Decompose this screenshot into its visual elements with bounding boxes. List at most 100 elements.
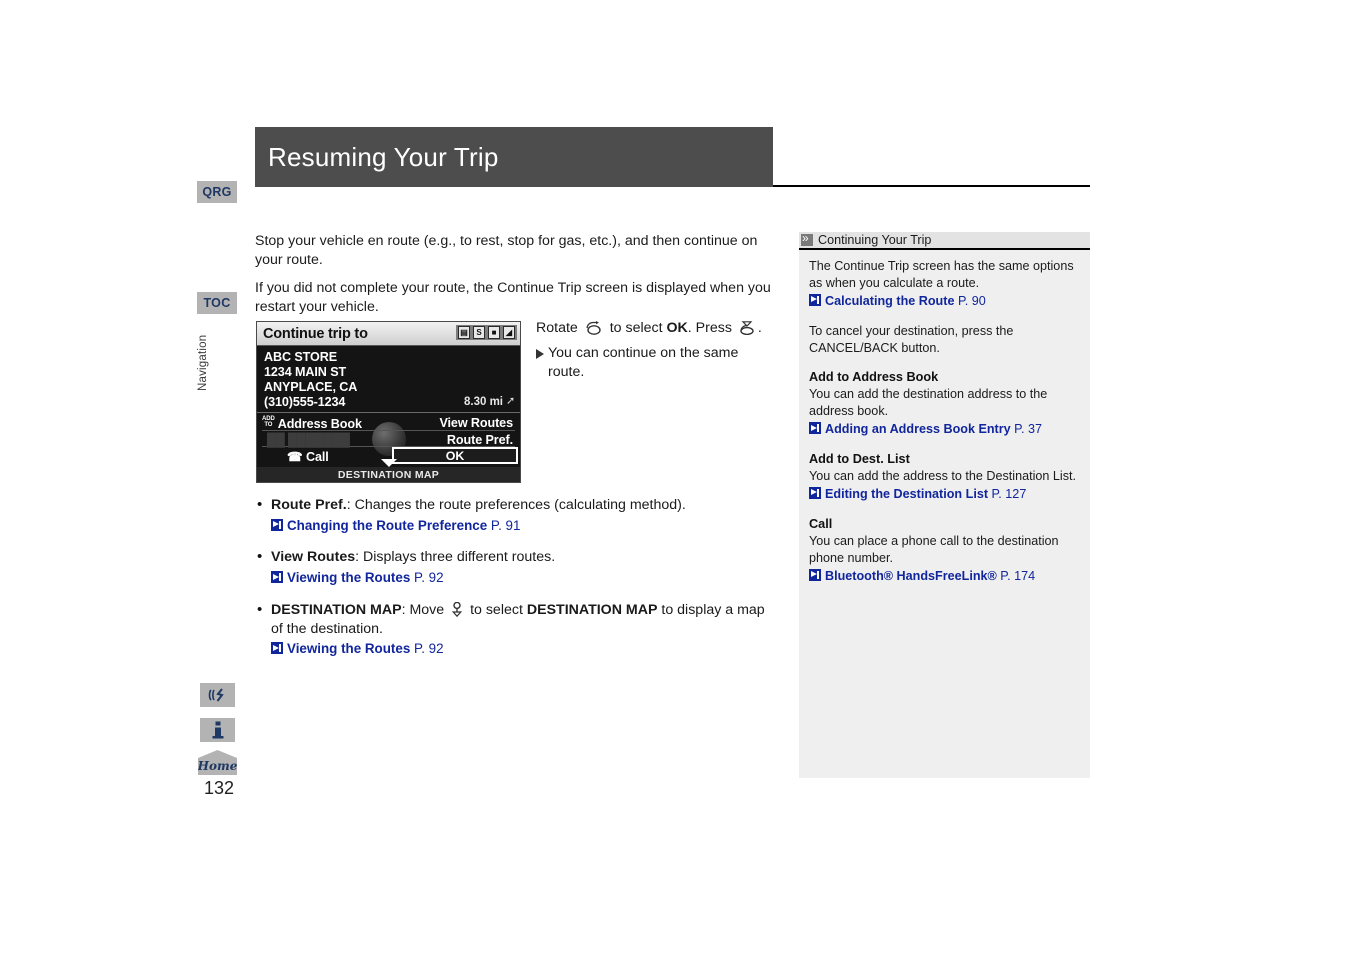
nav-menu-item-view-routes[interactable]: View Routes xyxy=(439,416,513,430)
nav-ok-button-label: OK xyxy=(445,448,465,463)
screen-icon: ■ xyxy=(488,326,500,339)
instruction-line-1: Rotate to select OK. Press . xyxy=(536,319,776,338)
reference-link-label: Adding an Address Book Entry xyxy=(825,422,1011,437)
bullet-marker: • xyxy=(257,496,263,513)
reference-link-viewing-the-routes-2[interactable]: Viewing the Routes P. 92 xyxy=(271,640,777,658)
map-icon: ◢ xyxy=(503,326,515,339)
info-tab[interactable] xyxy=(200,718,235,742)
reference-link-label: Calculating the Route xyxy=(825,293,955,308)
page-number: 132 xyxy=(203,778,235,798)
reference-link-viewing-the-routes-1[interactable]: Viewing the Routes P. 92 xyxy=(271,569,777,587)
fuel-icon: S xyxy=(473,326,485,339)
bullet-view-routes-body: View Routes: Displays three different ro… xyxy=(271,548,777,586)
sidebar-header-label: Continuing Your Trip xyxy=(818,233,932,247)
reference-link-editing-destination-list[interactable]: Editing the Destination List P. 127 xyxy=(809,486,1080,503)
reference-link-label: Editing the Destination List xyxy=(825,486,989,501)
double-chevron-icon xyxy=(801,231,813,246)
sidebar-block-3-heading: Add to Dest. List xyxy=(809,452,910,467)
sidebar-block-3-text: You can add the address to the Destinati… xyxy=(809,469,1076,484)
sidebar-block-4-heading: Call xyxy=(809,516,833,531)
cursor-icon: ➚ xyxy=(506,395,516,407)
bullet-destination-map-body: DESTINATION MAP: Move to select DESTINAT… xyxy=(271,601,777,658)
header-rule xyxy=(773,185,1090,187)
reference-link-page: P. 92 xyxy=(414,641,444,657)
reference-arrow-icon xyxy=(809,422,821,435)
nav-screen-title: Continue trip to xyxy=(263,325,368,342)
reference-link-changing-route-preference[interactable]: Changing the Route Preference P. 91 xyxy=(271,517,777,535)
reference-link-adding-address-book-entry[interactable]: Adding an Address Book Entry P. 37 xyxy=(809,421,1080,438)
bullet-view-routes-term: View Routes xyxy=(271,549,356,566)
nav-menu-item-address-book-label: Address Book xyxy=(277,417,362,431)
destination-city-state: ANYPLACE, CA xyxy=(264,379,358,394)
sidebar-panel: Continuing Your Trip The Continue Trip s… xyxy=(799,231,1090,778)
bullet-view-routes-text: : Displays three different routes. xyxy=(355,549,556,566)
add-to-icon: ADD TO xyxy=(262,416,275,428)
rotate-dial-icon xyxy=(586,321,601,335)
destination-name: ABC STORE xyxy=(264,350,338,364)
bullet-destination-map-text-b: to select xyxy=(470,601,523,618)
voice-command-tab[interactable] xyxy=(200,683,235,707)
reference-arrow-icon xyxy=(271,518,283,531)
reference-link-calculating-the-route[interactable]: Calculating the Route P. 90 xyxy=(809,293,1080,310)
reference-link-label: Bluetooth® HandsFreeLink® xyxy=(825,568,997,583)
instruction-block: Rotate to select OK. Press . You can con… xyxy=(536,319,776,383)
triangle-bullet-icon xyxy=(536,349,544,360)
nav-menu-item-route-pref[interactable]: Route Pref. xyxy=(447,433,513,447)
instruction-ok-keyword: OK xyxy=(666,320,688,336)
reference-link-page: P. 127 xyxy=(991,486,1027,501)
bullet-route-pref: • Route Pref.: Changes the route prefere… xyxy=(257,496,777,534)
nav-destination-block: ABC STORE 1234 MAIN ST ANYPLACE, CA (310… xyxy=(257,346,520,412)
instruction-line-2: You can continue on the same route. xyxy=(536,344,776,382)
reference-arrow-icon xyxy=(809,568,821,581)
nav-menu-item-disabled-label: ██ ███████ xyxy=(267,433,350,447)
nav-destination-map-label: DESTINATION MAP xyxy=(337,469,440,481)
destination-distance: 8.30 mi xyxy=(464,396,503,408)
reference-link-page: P. 91 xyxy=(490,517,521,533)
instruction-line-2-text: You can continue on the same route. xyxy=(548,345,739,381)
sidebar-body: The Continue Trip screen has the same op… xyxy=(799,250,1090,584)
traffic-icon: ▤ xyxy=(458,326,470,339)
bullet-destination-map-keyword: DESTINATION MAP xyxy=(526,601,658,618)
main-content-column: Stop your vehicle en route (e.g., to res… xyxy=(255,232,775,327)
page-title: Resuming Your Trip xyxy=(268,141,499,172)
qrg-tab[interactable]: QRG xyxy=(197,181,237,203)
sidebar-block-2-heading: Add to Address Book xyxy=(809,370,939,385)
nav-screen-title-bar: Continue trip to ▤ S ■ ◢ xyxy=(257,322,520,346)
sidebar-block-2-text: You can add the destination address to t… xyxy=(809,387,1048,419)
nav-menu-item-view-routes-label: View Routes xyxy=(439,416,513,430)
reference-link-label: Viewing the Routes xyxy=(287,570,411,586)
bullet-route-pref-text: : Changes the route preferences (calcula… xyxy=(346,497,686,513)
reference-link-label: Viewing the Routes xyxy=(287,641,411,657)
bullet-route-pref-body: Route Pref.: Changes the route preferenc… xyxy=(271,496,777,534)
sidebar-block-0-text: The Continue Trip screen has the same op… xyxy=(809,259,1074,290)
nav-menu-item-address-book[interactable]: ADD TO Address Book xyxy=(262,416,362,431)
reference-link-label: Changing the Route Preference xyxy=(287,517,488,533)
nav-menu-item-call-label: Call xyxy=(306,450,329,464)
sidebar-block-4: Call You can place a phone call to the d… xyxy=(809,516,1080,585)
home-tab[interactable]: Home xyxy=(198,750,237,775)
options-bullet-list: • Route Pref.: Changes the route prefere… xyxy=(257,496,777,672)
nav-menu-item-route-pref-label: Route Pref. xyxy=(446,433,513,447)
nav-status-icon-group: ▤ S ■ ◢ xyxy=(456,325,517,340)
nav-ok-button[interactable]: OK xyxy=(392,447,518,464)
sidebar-block-3: Add to Dest. List You can add the addres… xyxy=(809,451,1080,503)
reference-link-bluetooth-handsfreelink[interactable]: Bluetooth® HandsFreeLink® P. 174 xyxy=(809,568,1080,585)
bullet-destination-map: • DESTINATION MAP: Move to select DESTIN… xyxy=(257,601,777,658)
joystick-down-icon xyxy=(451,601,463,617)
instruction-press-text: . Press xyxy=(687,320,732,336)
reference-link-page: P. 174 xyxy=(1000,568,1036,583)
section-label-text: Navigation xyxy=(197,334,209,392)
sidebar-block-2: Add to Address Book You can add the dest… xyxy=(809,369,1080,438)
nav-destination-map-bar[interactable]: DESTINATION MAP xyxy=(257,459,520,482)
instruction-period: . xyxy=(757,320,762,336)
destination-street: 1234 MAIN ST xyxy=(264,364,347,379)
phone-icon: ☎ xyxy=(287,450,306,464)
press-knob-icon xyxy=(740,321,754,335)
reference-link-page: P. 92 xyxy=(414,570,444,586)
nav-menu-item-call[interactable]: ☎ Call xyxy=(287,449,329,464)
instruction-rotate-text: Rotate xyxy=(536,320,578,336)
intro-paragraph-1: Stop your vehicle en route (e.g., to res… xyxy=(255,233,758,268)
toc-tab[interactable]: TOC xyxy=(197,292,237,314)
info-icon xyxy=(212,721,223,739)
navigation-screen-image: Continue trip to ▤ S ■ ◢ ABC STORE 1234 … xyxy=(256,321,521,483)
